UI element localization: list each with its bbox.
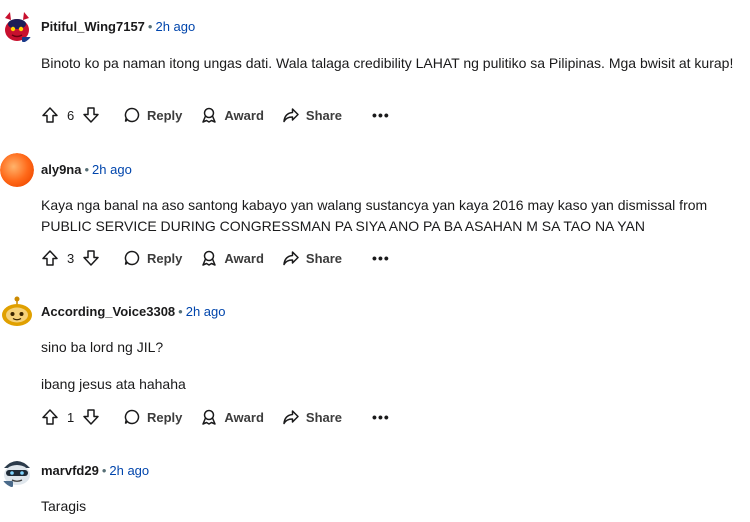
meta-separator: • (101, 463, 107, 478)
award-icon (200, 106, 218, 124)
snoo-red-devil-avatar (0, 10, 34, 44)
share-button[interactable]: Share (282, 106, 342, 124)
reply-button[interactable]: Reply (123, 106, 182, 124)
comment-actions: 6 Reply Award Share ••• (41, 101, 390, 129)
vote-count: 6 (67, 107, 75, 123)
comment-actions: 1 Reply Award Share ••• (41, 403, 390, 431)
speech-bubble-icon (123, 106, 141, 124)
meta-separator: • (84, 162, 90, 177)
upvote-icon[interactable] (41, 106, 59, 124)
speech-bubble-icon (123, 408, 141, 426)
more-options-button[interactable]: ••• (372, 107, 390, 123)
award-label: Award (224, 107, 264, 123)
upvote-icon[interactable] (41, 249, 59, 267)
vote-count: 3 (67, 250, 75, 266)
comment-actions: 3 Reply Award Share ••• (41, 244, 390, 272)
meta-separator: • (178, 304, 183, 319)
share-label: Share (305, 107, 343, 123)
snoo-helmet-avatar (0, 454, 34, 488)
share-button[interactable]: Share (282, 249, 342, 267)
award-icon (200, 249, 218, 267)
vote-controls: 3 (41, 249, 105, 267)
downvote-icon[interactable] (82, 106, 100, 124)
downvote-icon[interactable] (82, 249, 100, 267)
comment-meta: According_Voice3308 • 2h ago (41, 304, 225, 320)
comment-feed: Pitiful_Wing7157 • 2h ago Binoto ko pa nam… (0, 0, 750, 522)
user-avatar[interactable] (0, 454, 34, 488)
timestamp[interactable]: 2h ago (92, 162, 132, 177)
comment-body: Kaya nga banal na aso santong kabayo yan… (41, 195, 741, 237)
snoo-default-avatar (0, 295, 34, 329)
timestamp[interactable]: 2h ago (186, 304, 226, 319)
award-label: Award (224, 250, 264, 266)
more-options-button[interactable]: ••• (372, 409, 390, 425)
comment-text: Taragis (41, 498, 87, 514)
comment-body: sino ba lord ng JIL? ibang jesus ata hah… (41, 337, 741, 395)
comment-meta: Pitiful_Wing7157 • 2h ago (41, 19, 195, 35)
share-arrow-icon (282, 408, 300, 426)
reply-label: Reply (147, 250, 183, 266)
reply-button[interactable]: Reply (123, 408, 182, 426)
share-arrow-icon (282, 249, 300, 267)
vote-controls: 6 (41, 106, 105, 124)
comment-text: Kaya nga banal na aso santong kabayo yan… (41, 197, 708, 234)
more-options-button[interactable]: ••• (372, 250, 390, 266)
vote-controls: 1 (41, 408, 105, 426)
upvote-icon[interactable] (41, 408, 59, 426)
timestamp[interactable]: 2h ago (109, 463, 149, 478)
comment-text: Binoto ko pa naman itong ungas dati. Wal… (41, 55, 734, 71)
comment-meta: aly9na • 2h ago (41, 162, 132, 178)
share-label: Share (305, 409, 343, 425)
user-avatar[interactable] (0, 295, 34, 329)
reply-label: Reply (147, 409, 183, 425)
award-button[interactable]: Award (200, 249, 264, 267)
username[interactable]: According_Voice3308 (41, 304, 175, 319)
share-button[interactable]: Share (282, 408, 342, 426)
downvote-icon[interactable] (82, 408, 100, 426)
username[interactable]: Pitiful_Wing7157 (41, 19, 145, 34)
comment-text: sino ba lord ng JIL? (41, 339, 164, 355)
username[interactable]: marvfd29 (41, 463, 99, 478)
award-button[interactable]: Award (200, 106, 264, 124)
comment-body: Taragis (41, 496, 741, 517)
reply-label: Reply (147, 107, 183, 123)
comment-text: ibang jesus ata hahaha (41, 376, 186, 392)
user-avatar[interactable] (0, 10, 34, 44)
comment-body: Binoto ko pa naman itong ungas dati. Wal… (41, 53, 741, 74)
meta-separator: • (147, 19, 153, 34)
vote-count: 1 (67, 409, 75, 425)
speech-bubble-icon (123, 249, 141, 267)
user-avatar[interactable] (0, 153, 34, 187)
award-icon (200, 408, 218, 426)
award-button[interactable]: Award (200, 408, 264, 426)
orange-orb-avatar (0, 153, 34, 187)
share-label: Share (305, 250, 343, 266)
username[interactable]: aly9na (41, 162, 81, 177)
award-label: Award (224, 409, 264, 425)
reply-button[interactable]: Reply (123, 249, 182, 267)
comment-meta: marvfd29 • 2h ago (41, 463, 149, 479)
timestamp[interactable]: 2h ago (155, 19, 195, 34)
share-arrow-icon (282, 106, 300, 124)
